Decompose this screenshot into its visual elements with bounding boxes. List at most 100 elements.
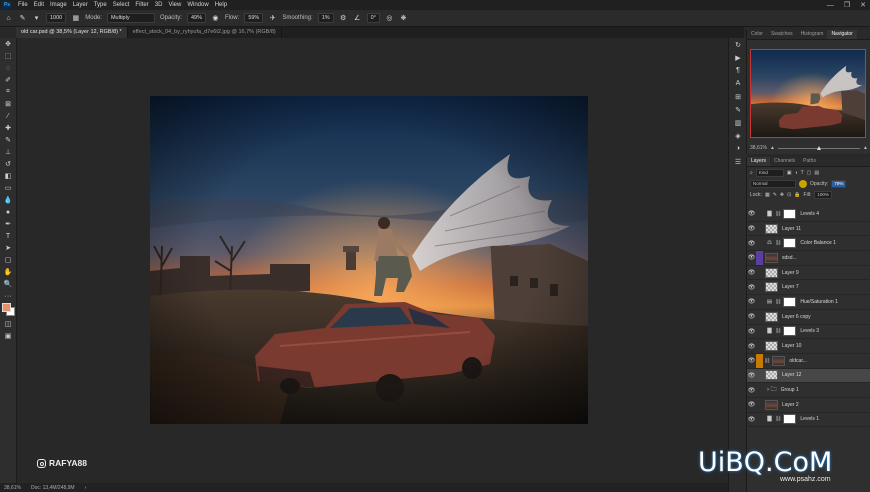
layer-row[interactable]: 👁 Layer 2 <box>747 398 870 413</box>
airbrush-icon[interactable]: ✈ <box>268 14 277 23</box>
layer-thumbnail[interactable] <box>765 252 778 263</box>
eyedropper-tool-icon[interactable]: ⁄ <box>0 110 16 122</box>
filter-type-icon[interactable]: T <box>801 170 804 176</box>
layer-thumbnail[interactable] <box>783 414 797 425</box>
brush-settings-icon[interactable]: ▦ <box>71 14 80 23</box>
menu-help[interactable]: Help <box>212 2 230 8</box>
visibility-eye-icon[interactable]: 👁 <box>747 284 756 291</box>
link-icon[interactable]: ⛓ <box>775 416 781 422</box>
layer-thumbnail[interactable] <box>765 311 778 322</box>
actions-icon[interactable]: ▶ <box>729 51 747 64</box>
layer-row[interactable]: 👁 ▇ ⛓ Levels 4 <box>747 207 870 222</box>
tab-channels[interactable]: Channels <box>770 157 799 166</box>
layer-thumbnail[interactable] <box>783 296 797 307</box>
navigator-zoom-value[interactable]: 38,61% <box>750 145 767 151</box>
zoom-tool-icon[interactable]: 🔍 <box>0 278 16 290</box>
menu-filter[interactable]: Filter <box>132 2 151 8</box>
layer-row[interactable]: 👁 Layer 10 <box>747 339 870 354</box>
layer-thumbnail[interactable] <box>765 341 778 352</box>
maximize-button[interactable]: ❐ <box>844 1 850 9</box>
layer-thumbnail[interactable] <box>783 238 797 249</box>
menu-3d[interactable]: 3D <box>152 2 166 8</box>
history-icon[interactable]: ↻ <box>729 38 747 51</box>
adjustments-icon[interactable]: ◑ <box>729 142 747 155</box>
folder-icon[interactable]: › 🗀 <box>767 385 777 395</box>
lock-pixels-icon[interactable]: ▦ <box>765 192 770 198</box>
move-tool-icon[interactable]: ✥ <box>0 38 16 50</box>
lock-all-icon[interactable]: 🔒 <box>794 192 800 198</box>
layer-name[interactable]: Layer 2 <box>782 402 799 408</box>
layer-name[interactable]: Levels 3 <box>800 328 819 334</box>
lock-paint-icon[interactable]: ✎ <box>773 192 777 198</box>
canvas-area[interactable]: RAFYA88 <box>17 38 744 482</box>
libraries-icon[interactable]: ▥ <box>729 116 747 129</box>
layer-name[interactable]: Layer 11 <box>782 226 801 232</box>
visibility-eye-icon[interactable]: 👁 <box>747 387 756 394</box>
layer-opacity-field[interactable]: 79% <box>831 179 847 188</box>
tab-old-car[interactable]: old car.psd @ 38,5% (Layer 12, RGB/8) * <box>16 27 128 38</box>
menu-type[interactable]: Type <box>91 2 110 8</box>
visibility-eye-icon[interactable]: 👁 <box>747 298 756 305</box>
eraser-tool-icon[interactable]: ◧ <box>0 170 16 182</box>
menu-edit[interactable]: Edit <box>31 2 47 8</box>
tab-color[interactable]: Color <box>747 30 767 39</box>
layer-name[interactable]: Layer 7 <box>782 284 799 290</box>
angle-icon[interactable]: ∠ <box>353 14 362 23</box>
layer-row[interactable]: 👁 Layer 7 <box>747 280 870 296</box>
layer-name[interactable]: Layer 12 <box>782 372 801 378</box>
3d-icon[interactable]: ◈ <box>729 129 747 142</box>
fill-field[interactable]: 100% <box>814 190 832 199</box>
path-select-icon[interactable]: ➤ <box>0 242 16 254</box>
blend-mode-select[interactable]: Normal <box>750 179 796 188</box>
minimize-button[interactable]: — <box>827 2 834 9</box>
layer-name[interactable]: Color Balance 1 <box>800 240 836 246</box>
layer-thumbnail[interactable] <box>765 267 778 278</box>
healing-brush-icon[interactable]: ✚ <box>0 122 16 134</box>
zoom-slider[interactable] <box>777 145 861 150</box>
layer-row[interactable]: 👁 Layer 11 <box>747 222 870 237</box>
tab-navigator[interactable]: Navigator <box>827 30 857 39</box>
menu-select[interactable]: Select <box>110 2 133 8</box>
brush-tool-icon[interactable]: ✎ <box>0 134 16 146</box>
layer-name[interactable]: Layer 9 <box>782 270 799 276</box>
menu-view[interactable]: View <box>165 2 184 8</box>
chevron-down-icon[interactable]: ▾ <box>32 14 41 23</box>
glyphs-icon[interactable]: ⊞ <box>729 90 747 103</box>
brush-size-field[interactable]: 1000 <box>46 13 67 23</box>
visibility-eye-icon[interactable]: 👁 <box>747 313 756 320</box>
lock-move-icon[interactable]: ✥ <box>780 192 784 198</box>
link-icon[interactable]: ⛓ <box>775 299 781 305</box>
zoom-readout[interactable]: 38,61% <box>4 485 21 491</box>
color-swatches[interactable] <box>0 302 16 318</box>
visibility-eye-icon[interactable]: 👁 <box>747 240 756 247</box>
smoothing-field[interactable]: 1% <box>317 13 334 23</box>
layer-name[interactable]: Levels 1 <box>800 416 819 422</box>
marquee-tool-icon[interactable]: ⬚ <box>0 50 16 62</box>
home-icon[interactable]: ⌂ <box>4 14 13 23</box>
symmetry-icon[interactable]: ❋ <box>399 14 408 23</box>
chevron-right-icon[interactable]: › <box>85 485 87 491</box>
clone-stamp-icon[interactable]: ⊥ <box>0 146 16 158</box>
document-canvas[interactable] <box>150 96 588 424</box>
character-icon[interactable]: A <box>729 77 747 90</box>
brush-tool-icon[interactable]: ✎ <box>18 14 27 23</box>
menu-layer[interactable]: Layer <box>70 2 91 8</box>
layer-row[interactable]: 👁 Layer 9 <box>747 266 870 281</box>
flow-field[interactable]: 59% <box>244 13 264 23</box>
layer-name[interactable]: sdsd... <box>782 255 797 261</box>
quick-mask-icon[interactable]: ◫ <box>0 318 16 330</box>
layer-name[interactable]: oldcar... <box>789 358 807 364</box>
artwork-image[interactable] <box>150 96 588 424</box>
layer-row[interactable]: 👁 ▇ ⛓ Levels 3 <box>747 325 870 340</box>
layer-thumbnail[interactable] <box>783 326 797 337</box>
paragraph-icon[interactable]: ¶ <box>729 64 747 77</box>
tab-paths[interactable]: Paths <box>799 157 820 166</box>
filter-kind-select[interactable]: Kind <box>755 168 784 177</box>
mode-select[interactable]: Multiply <box>106 13 155 23</box>
angle-field[interactable]: 0° <box>366 13 380 23</box>
blur-tool-icon[interactable]: 💧 <box>0 194 16 206</box>
layer-name[interactable]: Hue/Saturation 1 <box>800 299 838 305</box>
tab-effect-stock[interactable]: effect_stock_04_by_ryhyufa_d7e6t2.jpg @ … <box>128 27 282 38</box>
lasso-tool-icon[interactable]: ◌ <box>0 62 16 74</box>
brush-settings-icon[interactable]: ✎ <box>729 103 747 116</box>
